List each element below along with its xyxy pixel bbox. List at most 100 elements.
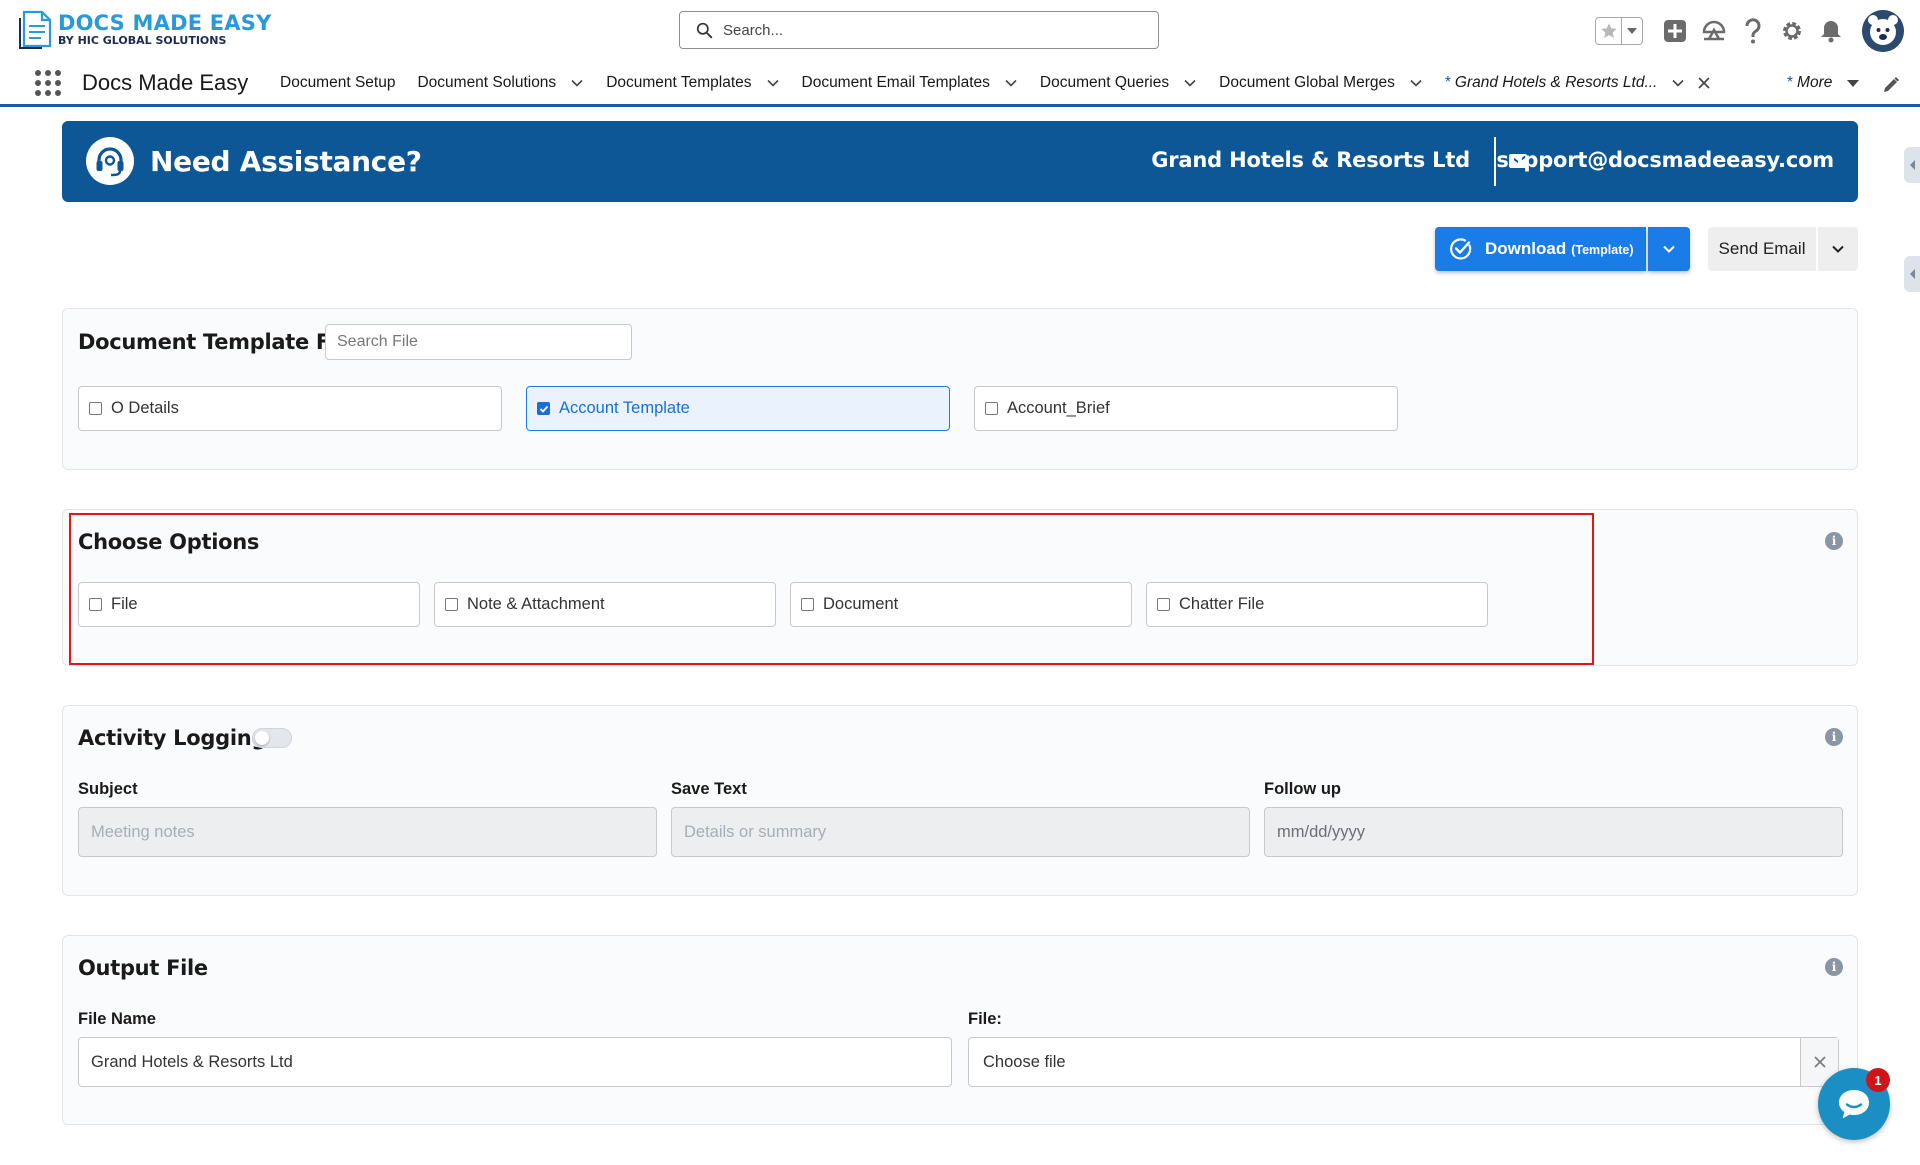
pencil-icon[interactable] bbox=[1882, 76, 1900, 94]
global-search-input[interactable] bbox=[723, 21, 1143, 39]
avatar[interactable] bbox=[1862, 10, 1904, 52]
info-icon[interactable]: i bbox=[1825, 958, 1843, 976]
output-file-title: Output File bbox=[78, 956, 208, 980]
download-label: Download bbox=[1485, 239, 1567, 258]
checkbox-checked[interactable] bbox=[537, 402, 550, 415]
close-icon bbox=[1813, 1056, 1826, 1068]
chevron-down-icon[interactable] bbox=[570, 76, 584, 90]
search-file-input[interactable] bbox=[325, 324, 632, 360]
file-label: File: bbox=[968, 1010, 1002, 1028]
side-panel-tab[interactable] bbox=[1904, 147, 1920, 183]
bell-icon[interactable] bbox=[1817, 17, 1845, 45]
file-picker[interactable]: Choose file bbox=[968, 1037, 1839, 1087]
chevron-down-icon bbox=[1832, 245, 1844, 253]
save-text-input[interactable] bbox=[671, 807, 1250, 857]
app-navigation-bar: Docs Made Easy Document Setup Document S… bbox=[0, 62, 1920, 107]
document-logo-icon bbox=[19, 10, 52, 49]
download-sublabel: (Template) bbox=[1571, 243, 1634, 257]
chevron-down-icon[interactable] bbox=[1183, 76, 1197, 90]
send-email-button[interactable]: Send Email bbox=[1708, 227, 1816, 271]
info-icon[interactable]: i bbox=[1825, 532, 1843, 550]
chevron-down-icon[interactable] bbox=[1622, 18, 1642, 44]
template-file-title: Document Template File bbox=[78, 330, 358, 354]
favorites-group bbox=[1595, 17, 1643, 45]
nav-item-document-queries[interactable]: Document Queries bbox=[1040, 62, 1197, 104]
headset-icon bbox=[86, 137, 134, 185]
global-header: DOCS MADE EASY BY HIC GLOBAL SOLUTIONS bbox=[0, 0, 1920, 60]
checkbox[interactable] bbox=[445, 598, 458, 611]
checkbox[interactable] bbox=[89, 598, 102, 611]
gear-icon[interactable] bbox=[1778, 17, 1806, 45]
global-search[interactable] bbox=[679, 11, 1159, 49]
chevron-down-icon[interactable] bbox=[1409, 76, 1423, 90]
checkbox[interactable] bbox=[985, 402, 998, 415]
add-icon[interactable] bbox=[1661, 17, 1689, 45]
download-button[interactable]: Download (Template) bbox=[1435, 227, 1646, 271]
chevron-down-icon[interactable] bbox=[1671, 76, 1685, 90]
close-icon[interactable] bbox=[1697, 76, 1711, 90]
info-icon[interactable]: i bbox=[1825, 728, 1843, 746]
follow-up-date-input[interactable] bbox=[1264, 807, 1843, 857]
header-utility-icons bbox=[1595, 10, 1904, 52]
subject-input[interactable] bbox=[78, 807, 657, 857]
logo-subtitle: BY HIC GLOBAL SOLUTIONS bbox=[58, 33, 227, 47]
chevron-down-icon[interactable] bbox=[1004, 76, 1018, 90]
chevron-left-icon bbox=[1910, 160, 1915, 170]
follow-up-label: Follow up bbox=[1264, 780, 1341, 798]
check-icon bbox=[539, 405, 548, 413]
nav-item-document-solutions[interactable]: Document Solutions bbox=[417, 62, 584, 104]
banner-title: Need Assistance? bbox=[150, 145, 422, 178]
checkbox[interactable] bbox=[801, 598, 814, 611]
file-name-input[interactable] bbox=[78, 1037, 952, 1087]
nav-item-document-email-templates[interactable]: Document Email Templates bbox=[802, 62, 1018, 104]
logo-title: DOCS MADE EASY bbox=[58, 10, 272, 35]
chevron-down-icon[interactable] bbox=[766, 76, 780, 90]
nav-item-document-setup[interactable]: Document Setup bbox=[280, 62, 395, 104]
star-icon[interactable] bbox=[1596, 18, 1622, 44]
template-option[interactable]: O Details bbox=[78, 386, 502, 431]
app-launcher-icon[interactable] bbox=[35, 70, 61, 96]
send-email-options-button[interactable] bbox=[1818, 227, 1858, 271]
download-options-button[interactable] bbox=[1648, 227, 1690, 271]
choose-option[interactable]: Chatter File bbox=[1146, 582, 1488, 627]
template-file-card: Document Template File O Details Account… bbox=[62, 308, 1858, 470]
tab-grand-hotels-resorts[interactable]: * Grand Hotels & Resorts Ltd... bbox=[1445, 62, 1712, 104]
chevron-down-icon[interactable] bbox=[1846, 76, 1860, 90]
search-icon bbox=[696, 22, 713, 38]
checkbox[interactable] bbox=[89, 402, 102, 415]
banner-company: Grand Hotels & Resorts Ltd bbox=[1151, 148, 1470, 172]
nav-item-document-templates[interactable]: Document Templates bbox=[606, 62, 779, 104]
template-option[interactable]: Account_Brief bbox=[974, 386, 1398, 431]
save-text-label: Save Text bbox=[671, 780, 747, 798]
side-panel-tab-2[interactable] bbox=[1904, 256, 1920, 292]
chevron-down-icon bbox=[1663, 245, 1675, 253]
send-email-label: Send Email bbox=[1718, 239, 1806, 258]
choose-options-card: Choose Options i File Note & Attachment … bbox=[62, 509, 1858, 666]
activity-logging-title: Activity Logging bbox=[78, 726, 267, 750]
template-option[interactable]: Account Template bbox=[526, 386, 950, 431]
trailhead-icon[interactable] bbox=[1700, 17, 1728, 45]
subject-label: Subject bbox=[78, 780, 138, 798]
chat-notification-badge: 1 bbox=[1866, 1068, 1890, 1092]
checkbox[interactable] bbox=[1157, 598, 1170, 611]
choose-option[interactable]: File bbox=[78, 582, 420, 627]
nav-items: Document Setup Document Solutions Docume… bbox=[280, 62, 1733, 104]
help-icon[interactable] bbox=[1739, 17, 1767, 45]
nav-item-document-global-merges[interactable]: Document Global Merges bbox=[1219, 62, 1423, 104]
choose-option[interactable]: Document bbox=[790, 582, 1132, 627]
nav-more[interactable]: * More bbox=[1787, 62, 1860, 104]
file-name-label: File Name bbox=[78, 1010, 156, 1028]
activity-logging-card: Activity Logging i Subject Save Text Fol… bbox=[62, 705, 1858, 896]
app-logo[interactable]: DOCS MADE EASY BY HIC GLOBAL SOLUTIONS bbox=[18, 8, 272, 50]
choose-options-title: Choose Options bbox=[78, 530, 260, 554]
toggle-knob bbox=[255, 731, 269, 745]
assistance-banner: Need Assistance? Grand Hotels & Resorts … bbox=[62, 121, 1858, 202]
app-name: Docs Made Easy bbox=[82, 70, 249, 95]
activity-logging-toggle[interactable] bbox=[252, 728, 292, 748]
support-email-link[interactable]: support@docsmadeeasy.com bbox=[1496, 148, 1834, 172]
choose-option[interactable]: Note & Attachment bbox=[434, 582, 776, 627]
chat-bubble-icon bbox=[1839, 1090, 1869, 1119]
choose-file-text: Choose file bbox=[983, 1052, 1066, 1071]
check-circle-icon bbox=[1450, 238, 1472, 260]
chevron-left-icon bbox=[1910, 269, 1915, 279]
